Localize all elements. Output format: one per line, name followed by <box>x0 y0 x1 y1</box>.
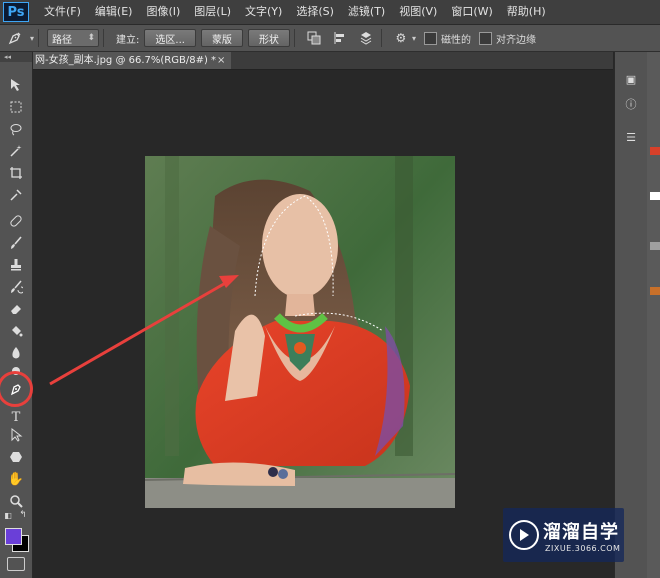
magic-wand-tool-icon[interactable] <box>6 142 26 160</box>
shape-tool-icon[interactable] <box>6 448 26 466</box>
zoom-tool-icon[interactable] <box>6 492 26 510</box>
type-tool-icon[interactable]: T <box>6 408 26 426</box>
make-selection-button[interactable]: 选区... <box>144 29 196 47</box>
document-tab[interactable]: 网-女孩_副本.jpg @ 66.7%(RGB/8#) * <box>33 52 231 69</box>
lasso-tool-icon[interactable] <box>6 120 26 138</box>
options-bar: ▾ 路径 建立: 选区... 蒙版 形状 ⚙ ▾ 磁性的 对齐边缘 <box>0 25 660 52</box>
styles-panel-swatch[interactable] <box>650 242 660 250</box>
swap-colors-icon[interactable]: ↰ <box>17 510 29 520</box>
document-tab-bar: 网-女孩_副本.jpg @ 66.7%(RGB/8#) * × <box>33 52 613 70</box>
info-panel-icon[interactable]: ⓘ <box>623 97 639 111</box>
make-mask-button[interactable]: 蒙版 <box>200 29 243 47</box>
eraser-tool-icon[interactable] <box>6 300 26 318</box>
quick-mask-button[interactable] <box>7 557 25 571</box>
rubber-band-checkbox[interactable] <box>423 31 437 45</box>
move-tool-icon[interactable] <box>6 76 26 94</box>
foreground-color-swatch[interactable] <box>5 528 22 545</box>
default-colors-icon[interactable]: ◧ <box>2 510 14 520</box>
menu-window[interactable]: 窗口(W) <box>444 0 499 24</box>
pen-tool-highlight-circle <box>0 371 33 407</box>
watermark-title: 溜溜自学 <box>543 522 619 543</box>
brush-tool-icon[interactable] <box>6 234 26 252</box>
paint-bucket-tool-icon[interactable] <box>6 322 26 340</box>
menu-image[interactable]: 图像(I) <box>139 0 187 24</box>
gear-chevron-icon[interactable]: ▾ <box>412 34 416 43</box>
menu-view[interactable]: 视图(V) <box>392 0 444 24</box>
align-edges-label: 对齐边缘 <box>495 34 536 46</box>
menu-bar: Ps 文件(F) 编辑(E) 图像(I) 图层(L) 文字(Y) 选择(S) 滤… <box>0 0 660 25</box>
photoshop-window: Ps 文件(F) 编辑(E) 图像(I) 图层(L) 文字(Y) 选择(S) 滤… <box>0 0 660 578</box>
align-edges-checkbox[interactable] <box>478 31 492 45</box>
collapsed-panels <box>647 52 660 578</box>
marquee-tool-icon[interactable] <box>6 98 26 116</box>
healing-brush-tool-icon[interactable] <box>6 212 26 230</box>
divider <box>38 29 40 47</box>
rubber-band-label: 磁性的 <box>440 34 471 46</box>
history-brush-tool-icon[interactable] <box>6 278 26 296</box>
make-shape-button[interactable]: 形状 <box>247 29 290 47</box>
watermark-url: ZIXUE.3066.COM <box>545 544 621 553</box>
tools-panel-collapse[interactable]: ◂◂ <box>0 52 32 62</box>
path-arrangement-icon[interactable] <box>355 29 377 47</box>
panel-icon-dock: ▣ ⓘ ☰ <box>614 52 647 578</box>
site-watermark: 溜溜自学 ZIXUE.3066.COM <box>503 508 624 562</box>
crop-tool-icon[interactable] <box>6 164 26 182</box>
menu-file[interactable]: 文件(F) <box>37 0 88 24</box>
layers-panel-swatch[interactable] <box>650 287 660 295</box>
divider <box>380 29 382 47</box>
path-alignment-icon[interactable] <box>329 29 351 47</box>
color-panel-swatch[interactable] <box>650 147 660 155</box>
divider <box>293 29 295 47</box>
path-selection-tool-icon[interactable] <box>6 426 26 444</box>
tools-panel: ◂◂ T ✋ ◧ ↰ <box>0 52 33 578</box>
menu-layer[interactable]: 图层(L) <box>187 0 238 24</box>
menu-type[interactable]: 文字(Y) <box>238 0 289 24</box>
hand-tool-icon[interactable]: ✋ <box>6 470 26 488</box>
pen-mode-select[interactable]: 路径 <box>47 29 100 47</box>
swatches-panel-swatch[interactable] <box>650 192 660 200</box>
settings-gear-icon[interactable]: ⚙ <box>390 29 412 47</box>
eyedropper-tool-icon[interactable] <box>6 186 26 204</box>
annotation-arrow <box>49 275 239 386</box>
make-label: 建立: <box>116 34 140 46</box>
main-menu: 文件(F) 编辑(E) 图像(I) 图层(L) 文字(Y) 选择(S) 滤镜(T… <box>37 0 553 24</box>
adjustments-panel-icon[interactable]: ☰ <box>623 130 639 144</box>
close-tab-icon[interactable]: × <box>217 52 225 69</box>
tool-preset-chevron-icon[interactable]: ▾ <box>30 34 34 43</box>
menu-help[interactable]: 帮助(H) <box>500 0 553 24</box>
current-tool-pen-icon[interactable] <box>0 30 30 46</box>
play-icon <box>520 529 529 541</box>
blur-tool-icon[interactable] <box>6 344 26 362</box>
menu-edit[interactable]: 编辑(E) <box>88 0 140 24</box>
clone-stamp-tool-icon[interactable] <box>6 256 26 274</box>
divider <box>103 29 105 47</box>
menu-select[interactable]: 选择(S) <box>289 0 341 24</box>
photoshop-logo: Ps <box>3 2 29 22</box>
path-operations-icon[interactable] <box>303 29 325 47</box>
canvas-area[interactable] <box>33 70 613 578</box>
history-panel-icon[interactable]: ▣ <box>623 72 639 86</box>
menu-filter[interactable]: 滤镜(T) <box>341 0 392 24</box>
